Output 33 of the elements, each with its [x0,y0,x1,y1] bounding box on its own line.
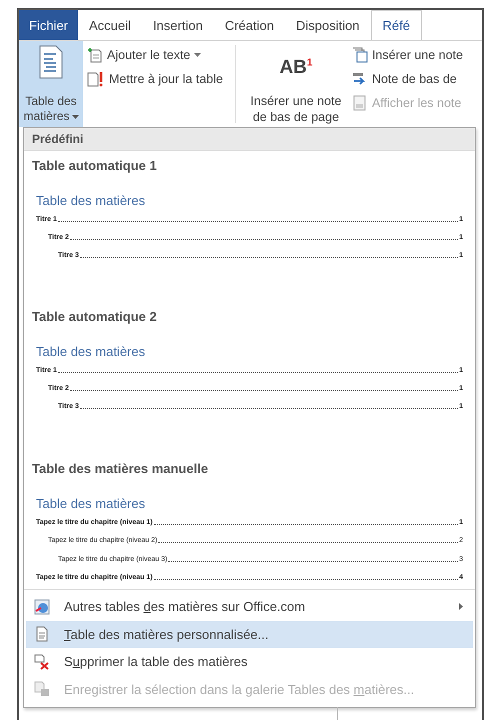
table-of-contents-button[interactable]: Table des matières [19,41,83,127]
preview-title: Table des matières [36,496,146,511]
save-document-icon [34,681,50,698]
globe-icon [34,598,50,615]
menu-header: Prédéfini [24,128,475,151]
gallery-section-title: Table automatique 2 [32,309,158,324]
document-icon [352,94,368,110]
ribbon-tab[interactable]: Disposition [284,10,371,40]
ribbon-button[interactable]: Ajouter le texte [87,44,223,65]
menu-item[interactable]: Supprimer la table des matières [26,648,473,676]
ribbon-tab[interactable]: Fichier [19,10,78,40]
preview-title: Table des matières [36,193,146,208]
delete-document-icon [34,654,50,670]
menu-item[interactable]: Table des matières personnalisée... [26,620,473,648]
ribbon-button[interactable]: Note de bas de [352,68,478,89]
stacked-pages-icon [352,46,368,62]
menu-item[interactable]: Autres tables des matières sur Office.com [26,593,473,620]
document-exclamation-icon [87,70,105,86]
document-icon [38,45,64,79]
ribbon-tab[interactable]: Création [214,10,285,40]
preview-title: Table des matières [36,344,146,359]
document-icon [34,626,50,642]
ribbon-button[interactable]: Mettre à jour la table [87,68,223,89]
footnote-icon: AB$^{1}$ [279,57,312,79]
document-plus-icon [87,46,103,62]
arrow-icon [352,70,368,86]
ribbon-tab[interactable]: Insertion [142,10,214,40]
insert-footnote-button[interactable]: AB$^{1}$ Insérer une note de bas de page [244,41,348,127]
ribbon-button[interactable]: Insérer une note [352,44,478,65]
ribbon-tab[interactable]: Réfé [370,10,422,40]
ribbon-tab[interactable]: Accueil [78,10,142,40]
gallery-section-title: Table automatique 1 [32,158,158,173]
gallery-section-title: Table des matières manuelle [32,461,210,476]
